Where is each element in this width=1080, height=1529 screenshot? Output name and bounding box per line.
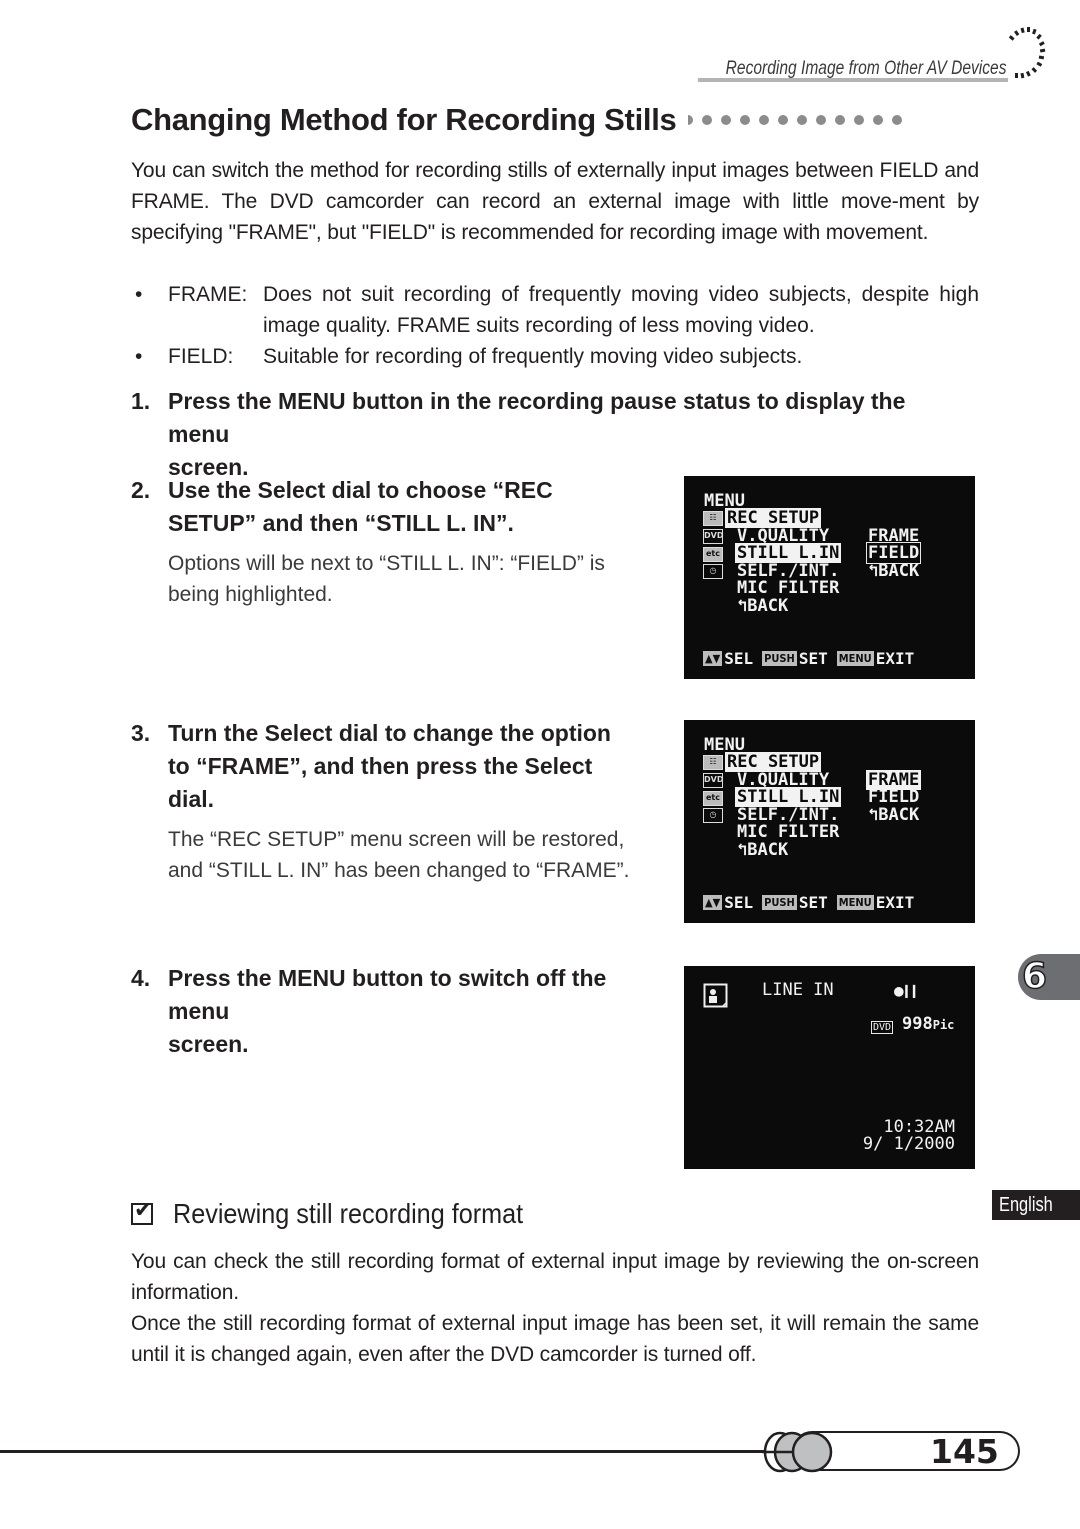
clock-icon: ◷	[703, 564, 723, 579]
dot-leader-dot	[778, 115, 789, 125]
running-head: Recording Image from Other AV Devices	[698, 56, 1008, 82]
page-number: 145	[930, 1432, 999, 1471]
osd-option: ↰BACK	[868, 561, 920, 581]
bullet-desc: Suitable for recording of frequently mov…	[263, 345, 803, 368]
bullet-label: FRAME:	[168, 283, 248, 306]
record-pause-icon: ●❙❙	[894, 981, 919, 1000]
osd-source: LINE IN	[762, 980, 834, 1000]
osd-set: SET	[798, 893, 828, 912]
dot-leader-dot	[873, 115, 884, 125]
section-title-row: Changing Method for Recording Stills	[131, 102, 903, 138]
dot-leader-half	[688, 115, 694, 125]
osd-sel: SEL	[724, 893, 754, 912]
etc-icon: etc	[703, 791, 723, 806]
running-head-text: Recording Image from Other AV Devices	[725, 58, 1006, 79]
menu-tag: MENU	[836, 651, 874, 667]
subheading: Reviewing still recording format	[131, 1197, 562, 1230]
osd-item: MIC FILTER	[737, 822, 840, 842]
osd-footer: ▲▼ SEL PUSH SET MENU EXIT	[703, 650, 914, 668]
dot-leader-dot	[759, 115, 770, 125]
step-text-line: SETUP” and then “STILL L. IN”.	[168, 510, 514, 536]
clock-icon: ◷	[703, 808, 723, 823]
dot-leader-dot	[702, 115, 713, 125]
title-dot-leader	[688, 115, 903, 125]
language-tab: English	[992, 1190, 1080, 1220]
running-head-underline	[698, 78, 1008, 82]
dot-leader-dot	[797, 115, 808, 125]
osd-footer: ▲▼ SEL PUSH SET MENU EXIT	[703, 894, 914, 912]
bullet-desc: Does not suit recording of frequently mo…	[263, 283, 979, 337]
osd-item: ↰BACK	[737, 596, 789, 616]
dot-leader-dot	[854, 115, 865, 125]
bullet-dot: •	[135, 345, 143, 368]
dot-leader-dot	[816, 115, 827, 125]
still-photo-icon	[703, 983, 728, 1008]
osd-option: ↰BACK	[868, 805, 920, 825]
dot-leader-dot	[835, 115, 846, 125]
dot-leader-dot	[892, 115, 903, 125]
chapter-number: 6	[1021, 955, 1048, 998]
up-down-arrows-icon: ▲▼	[703, 895, 723, 911]
step-text-line: Press the MENU button to switch off the	[168, 965, 607, 991]
osd-item-selected: STILL L.IN	[735, 543, 842, 563]
rec-setup-icon: ☷	[703, 511, 723, 526]
osd-sel: SEL	[724, 649, 754, 668]
intro-paragraph: You can switch the method for recording …	[131, 159, 979, 244]
step-3-note-line: The “REC SETUP” menu screen will be rest…	[168, 828, 625, 851]
step-text-line: Turn the Select dial to change the optio…	[168, 720, 611, 746]
step-3-note-line: and “STILL L. IN” has been changed to “F…	[168, 859, 630, 882]
menu-tag: MENU	[836, 895, 874, 911]
step-number: 3.	[131, 720, 151, 746]
push-tag: PUSH	[762, 651, 797, 667]
section-title: Changing Method for Recording Stills	[131, 102, 677, 137]
footer-rule	[0, 1450, 790, 1453]
osd-item-selected: STILL L.IN	[735, 787, 842, 807]
osd-remaining: 998	[902, 1014, 933, 1034]
step-2-note-line: Options will be next to “STILL L. IN”: “…	[168, 552, 605, 575]
osd-item: MIC FILTER	[737, 578, 840, 598]
step-number: 2.	[131, 477, 151, 503]
outro-paragraph-2: Once the still recording format of exter…	[131, 1312, 979, 1366]
osd-set: SET	[798, 649, 828, 668]
step-text-line: menu screen.	[168, 998, 249, 1057]
dvd-media-icon: DVD	[871, 1021, 894, 1034]
osd-exit: EXIT	[875, 649, 915, 668]
step-number: 4.	[131, 965, 151, 991]
etc-icon: etc	[703, 547, 723, 562]
step-text-line: dial.	[168, 786, 215, 812]
dot-leader-dot	[721, 115, 732, 125]
bullet-label: FIELD:	[168, 345, 234, 368]
overlapping-circles-ornament	[762, 1431, 833, 1473]
checkbox-checked-icon	[131, 1197, 153, 1225]
osd-menu-screen-field: MENU ☷ REC SETUP DVD V.QUALITY etc STILL…	[684, 476, 975, 679]
bullet-dot: •	[135, 283, 143, 306]
dvd-icon: DVD	[703, 529, 723, 544]
osd-recording-screen: LINE IN ●❙❙ DVD 998Pic 10:32AM 9/ 1/2000	[684, 966, 975, 1169]
up-down-arrows-icon: ▲▼	[703, 651, 723, 667]
outro-paragraph-1: You can check the still recording format…	[131, 1250, 979, 1304]
step-2-note-line: being highlighted.	[168, 583, 333, 606]
chapter-tab: 6	[1018, 954, 1080, 1000]
osd-date: 9/ 1/2000	[862, 1134, 955, 1154]
osd-rec-setup: REC SETUP	[725, 752, 822, 772]
dot-leader-dot	[740, 115, 751, 125]
subheading-text: Reviewing still recording format	[173, 1198, 524, 1229]
osd-exit: EXIT	[875, 893, 915, 912]
step-text-line: Use the Select dial to choose “REC	[168, 477, 553, 503]
osd-item: ↰BACK	[737, 840, 789, 860]
rec-setup-icon: ☷	[703, 755, 723, 770]
step-text-line: Press the MENU button in the recording p…	[168, 388, 906, 414]
step-text-line: to “FRAME”, and then press the Select	[168, 753, 593, 779]
step-number: 1.	[131, 388, 151, 414]
osd-option: FIELD	[868, 787, 920, 807]
osd-rec-setup: REC SETUP	[725, 508, 822, 528]
osd-menu-screen-frame: MENU ☷ REC SETUP DVD V.QUALITY etc STILL…	[684, 720, 975, 923]
dotted-arc-ornament	[1008, 27, 1046, 79]
dvd-icon: DVD	[703, 773, 723, 788]
push-tag: PUSH	[762, 895, 797, 911]
osd-remaining-unit: Pic	[932, 1018, 955, 1032]
language-label: English	[999, 1194, 1053, 1216]
